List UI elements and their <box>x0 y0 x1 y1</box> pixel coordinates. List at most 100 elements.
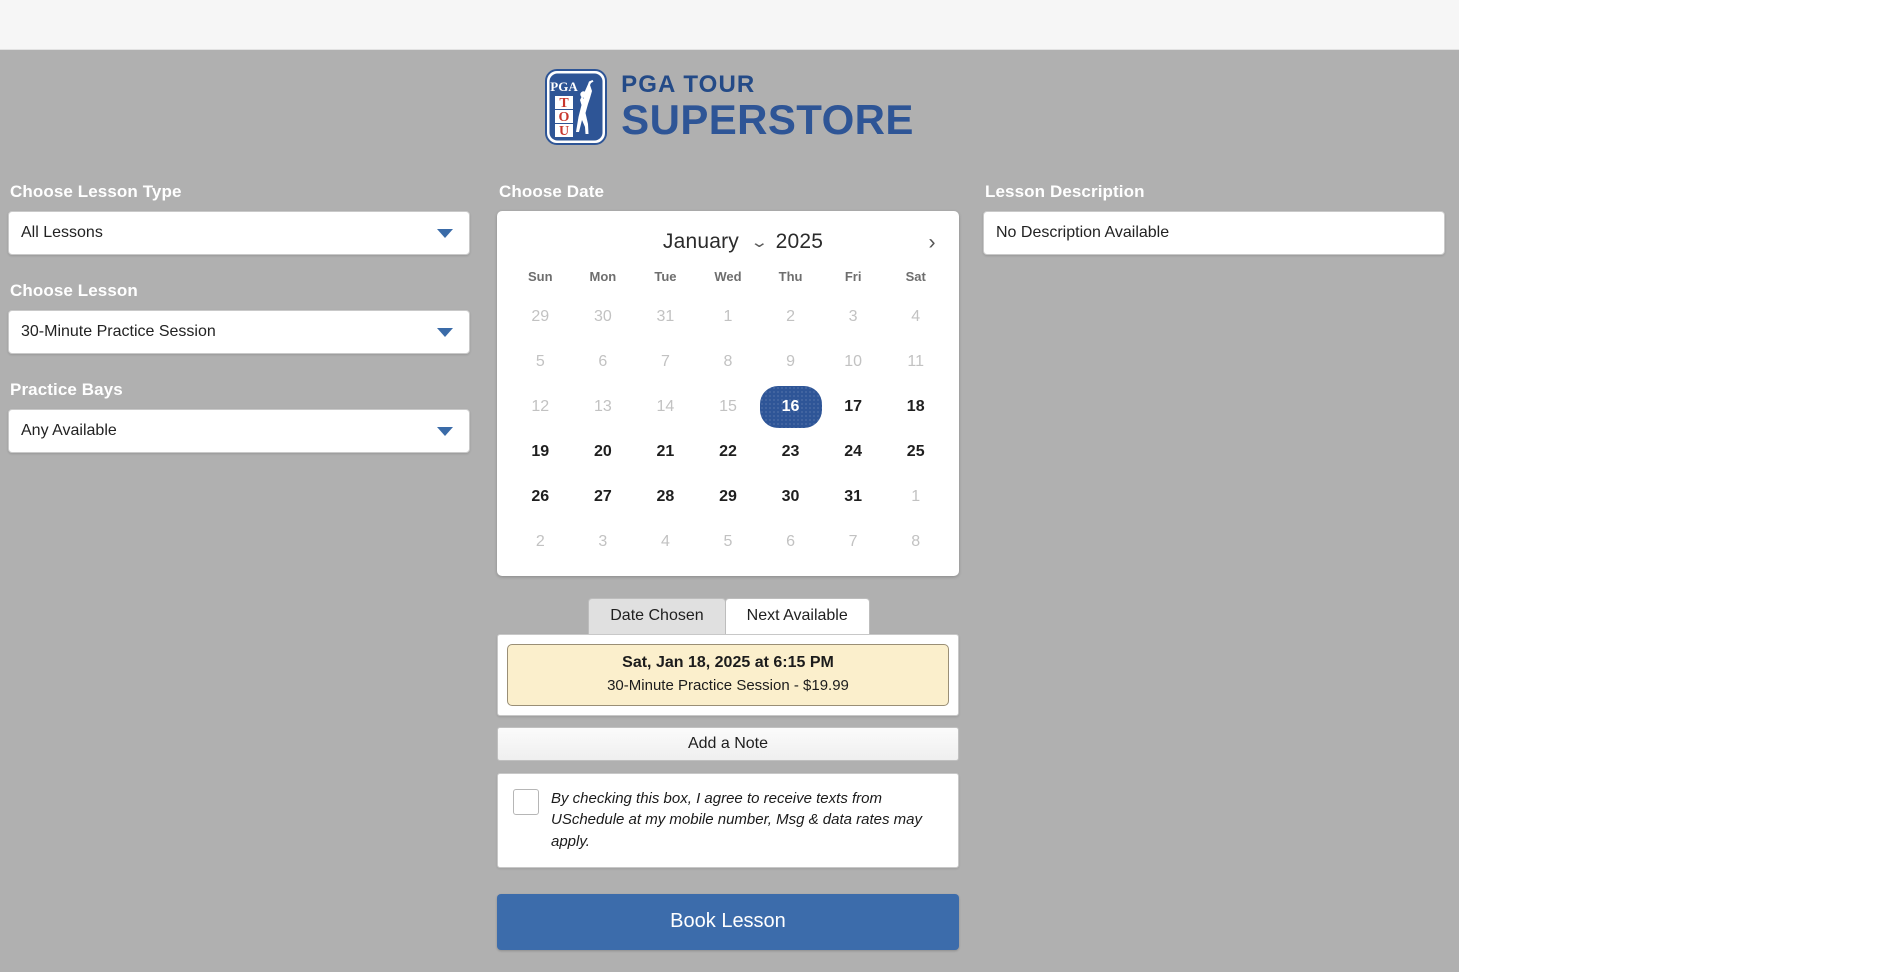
appointment-slot[interactable]: Sat, Jan 18, 2025 at 6:15 PM 30-Minute P… <box>507 643 949 706</box>
weekday-sun: Sun <box>528 269 553 284</box>
weekday-tue: Tue <box>654 269 677 284</box>
calendar-cell[interactable]: 20 <box>572 429 635 474</box>
calendar-cell: 8 <box>884 519 947 564</box>
lesson-select[interactable]: 30-Minute Practice Session <box>8 310 470 354</box>
calendar-day: 6 <box>786 532 796 550</box>
lesson-type-label: Choose Lesson Type <box>10 182 182 201</box>
calendar-day[interactable]: 18 <box>896 391 936 423</box>
calendar-cell: 6 <box>572 339 635 384</box>
calendar-cell: 14 <box>634 384 697 429</box>
booking-page: PGA T O U PGA TOUR SUPERSTORE Choose Les… <box>0 0 1459 972</box>
slot-time: Sat, Jan 18, 2025 at 6:15 PM <box>622 653 834 671</box>
calendar-day[interactable]: 23 <box>771 436 811 468</box>
calendar-cell: 8 <box>697 339 760 384</box>
calendar-day: 5 <box>535 352 545 370</box>
calendar-day[interactable]: 28 <box>645 481 685 513</box>
calendar-cell: 31 <box>634 294 697 339</box>
calendar-cell[interactable]: 23 <box>759 429 822 474</box>
calendar-day: 8 <box>911 532 921 550</box>
calendar-day: 14 <box>656 397 675 415</box>
consent-panel: By checking this box, I agree to receive… <box>497 772 959 868</box>
filters-column: Choose Lesson Type All Lessons Choose Le… <box>8 182 470 453</box>
calendar-day[interactable]: 31 <box>833 481 873 513</box>
calendar-cell[interactable]: 16 <box>759 384 822 429</box>
date-column: Choose Date January ⌄ 2025 › Sun Mon Tue We… <box>497 182 959 950</box>
calendar-cell[interactable]: 26 <box>509 474 572 519</box>
calendar-day[interactable]: 20 <box>583 436 623 468</box>
calendar-day: 12 <box>531 397 550 415</box>
weekday-sat: Sat <box>905 269 926 284</box>
book-lesson-button[interactable]: Book Lesson <box>497 893 959 950</box>
calendar-day: 30 <box>593 307 612 325</box>
slot-panel: Sat, Jan 18, 2025 at 6:15 PM 30-Minute P… <box>497 633 959 716</box>
calendar-cell[interactable]: 28 <box>634 474 697 519</box>
top-bar <box>0 0 1459 50</box>
calendar-day[interactable]: 24 <box>833 436 873 468</box>
calendar-cell[interactable]: 24 <box>822 429 885 474</box>
calendar-day[interactable]: 22 <box>708 436 748 468</box>
calendar-cell: 9 <box>759 339 822 384</box>
calendar-cell[interactable]: 21 <box>634 429 697 474</box>
calendar-day-selected[interactable]: 16 <box>759 385 822 428</box>
calendar-day[interactable]: 29 <box>708 481 748 513</box>
svg-text:T: T <box>560 96 570 111</box>
calendar-week-row: 12 13 14 15 16 17 18 <box>509 384 947 429</box>
calendar-day: 29 <box>531 307 550 325</box>
calendar-cell: 12 <box>509 384 572 429</box>
calendar-cell: 7 <box>634 339 697 384</box>
sms-consent-checkbox[interactable] <box>513 788 539 815</box>
lesson-label: Choose Lesson <box>10 281 138 300</box>
calendar-month-year[interactable]: January ⌄ 2025 <box>633 230 823 254</box>
calendar-day: 3 <box>848 307 858 325</box>
choose-date-label: Choose Date <box>499 182 605 201</box>
calendar-cell: 30 <box>572 294 635 339</box>
chevron-down-icon: ⌄ <box>749 233 769 251</box>
practice-bays-select[interactable]: Any Available <box>8 409 470 453</box>
logo-line-one: PGA TOUR <box>621 71 756 99</box>
calendar-cell[interactable]: 31 <box>822 474 885 519</box>
calendar-header: January ⌄ 2025 › <box>509 219 947 265</box>
add-note-button[interactable]: Add a Note <box>497 726 959 761</box>
lesson-value: 30-Minute Practice Session <box>21 323 216 340</box>
lesson-type-select[interactable]: All Lessons <box>8 211 470 255</box>
calendar-day: 11 <box>907 352 924 370</box>
tab-next-available[interactable]: Next Available <box>724 598 870 634</box>
calendar-cell[interactable]: 25 <box>884 429 947 474</box>
calendar-day: 10 <box>844 352 863 370</box>
calendar-week-row: 19 20 21 22 23 24 25 <box>509 429 947 474</box>
weekday-thu: Thu <box>778 269 803 284</box>
calendar-cell[interactable]: 19 <box>509 429 572 474</box>
lesson-description-value: No Description Available <box>996 224 1170 241</box>
calendar-day[interactable]: 21 <box>645 436 685 468</box>
calendar-day[interactable]: 19 <box>520 436 560 468</box>
calendar-cell[interactable]: 22 <box>697 429 760 474</box>
pga-tour-shield-icon: PGA T O U <box>545 69 608 145</box>
tab-date-chosen[interactable]: Date Chosen <box>588 598 726 634</box>
calendar-date-grid: 29 30 31 1 2 3 4 5 6 7 8 9 10 11 12 13 14 15 16 17 18 19 20 21 2… <box>509 294 947 564</box>
calendar-cell[interactable]: 27 <box>572 474 635 519</box>
calendar-cell[interactable]: 30 <box>759 474 822 519</box>
calendar-cell: 7 <box>822 519 885 564</box>
calendar-cell[interactable]: 17 <box>822 384 885 429</box>
calendar-day[interactable]: 25 <box>896 436 936 468</box>
chevron-down-icon <box>437 426 453 436</box>
calendar-day[interactable]: 17 <box>833 391 873 423</box>
calendar-cell: 15 <box>697 384 760 429</box>
next-month-icon[interactable]: › <box>919 229 945 255</box>
chevron-down-icon <box>437 327 453 337</box>
practice-bays-label: Practice Bays <box>10 380 123 399</box>
calendar-cell[interactable]: 29 <box>697 474 760 519</box>
lesson-description-label: Lesson Description <box>985 182 1145 201</box>
calendar-day[interactable]: 27 <box>583 481 623 513</box>
calendar-day: 31 <box>656 307 675 325</box>
calendar-day[interactable]: 30 <box>771 481 811 513</box>
calendar-day[interactable]: 26 <box>520 481 560 513</box>
calendar-cell[interactable]: 18 <box>884 384 947 429</box>
calendar-day: 7 <box>848 532 858 550</box>
calendar-cell: 10 <box>822 339 885 384</box>
calendar-cell: 13 <box>572 384 635 429</box>
calendar-cell: 2 <box>509 519 572 564</box>
calendar-day: 15 <box>719 397 737 415</box>
weekday-header-row: Sun Mon Tue Wed Thu Fri Sat <box>509 265 947 294</box>
